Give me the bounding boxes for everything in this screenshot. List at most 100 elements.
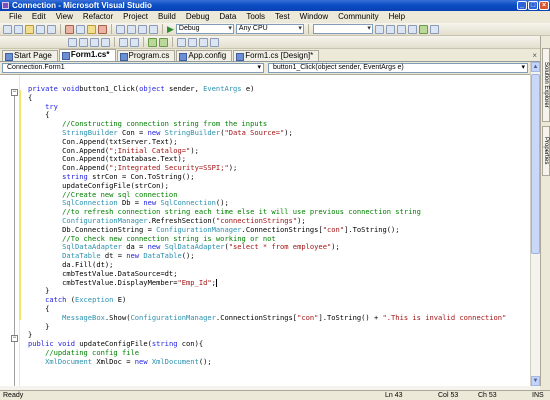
minimize-button[interactable]: _ — [517, 1, 527, 10]
display-object-member-list-icon[interactable] — [68, 37, 77, 47]
tab-app-config[interactable]: App.config — [176, 50, 233, 61]
code-token: SqlDataAdapter — [160, 242, 225, 252]
navigation-bar: Connection.Form1 button1_Click(object se… — [0, 62, 540, 74]
code-token: .ConnectionStrings[ — [241, 224, 323, 234]
comment-out-icon[interactable] — [148, 37, 157, 47]
code-token: //Constructing connection string from th… — [28, 119, 268, 129]
toolbar-separator — [114, 37, 115, 47]
menu-refactor[interactable]: Refactor — [78, 11, 118, 23]
open-file-icon[interactable] — [25, 24, 34, 34]
toolbox-icon[interactable] — [418, 24, 428, 34]
increase-indent-icon[interactable] — [130, 37, 139, 47]
menu-build[interactable]: Build — [153, 11, 181, 23]
tab-form1-cs[interactable]: Form1.cs* — [58, 49, 116, 61]
collapse-method-icon[interactable]: − — [11, 89, 18, 96]
uncomment-icon[interactable] — [159, 37, 168, 47]
menu-debug[interactable]: Debug — [181, 11, 215, 23]
solution-explorer-icon[interactable] — [385, 24, 395, 34]
tab-program-cs[interactable]: Program.cs — [116, 50, 176, 61]
tab-start-page[interactable]: Start Page — [2, 50, 58, 61]
code-token: new — [147, 127, 161, 137]
code-token: ".This is invalid connection" — [382, 312, 507, 322]
vertical-scrollbar[interactable]: ▲ ▼ — [530, 62, 540, 386]
code-editor[interactable]: − − private voidbutton1_Click(object sen… — [0, 74, 530, 386]
solution-explorer-tab[interactable]: Solution Explorer — [542, 48, 550, 122]
class-dropdown[interactable]: Connection.Form1 — [2, 63, 264, 73]
delete-icon[interactable] — [98, 24, 107, 34]
object-browser-icon[interactable] — [407, 24, 417, 34]
menu-edit[interactable]: Edit — [27, 11, 51, 23]
code-token: button1_Click( — [79, 84, 140, 93]
toolbar-separator — [111, 24, 112, 34]
next-bookmark-icon[interactable] — [199, 37, 208, 47]
close-button[interactable]: × — [539, 1, 549, 10]
toolbar-separator — [172, 37, 173, 47]
solution-platform-dropdown[interactable]: Any CPU — [235, 24, 304, 34]
maximize-button[interactable]: □ — [528, 1, 538, 10]
parameter-info-icon[interactable] — [79, 37, 88, 47]
redo-icon[interactable] — [127, 24, 136, 34]
quick-info-icon[interactable] — [90, 37, 99, 47]
start-page-icon[interactable] — [429, 24, 439, 34]
code-token: "connectionStrings" — [215, 215, 298, 225]
code-token: string — [28, 171, 88, 181]
solution-configuration-dropdown[interactable]: Debug — [175, 24, 234, 34]
code-token: ); — [190, 145, 199, 155]
clear-bookmarks-icon[interactable] — [210, 37, 219, 47]
code-line[interactable]: try — [28, 102, 506, 112]
find-dropdown[interactable] — [312, 24, 373, 34]
code-token: Con = — [117, 127, 148, 137]
code-line[interactable]: { — [28, 93, 506, 103]
copy-icon[interactable] — [76, 24, 85, 34]
code-text[interactable]: private voidbutton1_Click(object sender,… — [28, 84, 507, 367]
save-all-icon[interactable] — [47, 24, 56, 34]
tab-form1-design[interactable]: Form1.cs [Design]* — [233, 50, 320, 61]
code-token: ";Initial Catalog=" — [109, 145, 191, 155]
cut-icon[interactable] — [65, 24, 74, 34]
decrease-indent-icon[interactable] — [119, 37, 128, 47]
scrollbar-thumb[interactable] — [531, 74, 540, 254]
code-line[interactable]: } — [28, 321, 506, 332]
code-line[interactable]: cmbTestValue.DisplayMember="Emp_Id"; — [28, 278, 506, 288]
previous-bookmark-icon[interactable] — [188, 37, 197, 47]
menu-file[interactable]: File — [4, 11, 27, 23]
code-token: StringBuilder — [160, 127, 221, 137]
code-token: } — [28, 321, 50, 331]
code-line[interactable]: XmlDocument XmlDoc = new XmlDocument(); — [28, 357, 506, 367]
new-project-icon[interactable] — [3, 24, 12, 34]
navigate-forward-icon[interactable] — [149, 24, 158, 34]
menu-community[interactable]: Community — [333, 11, 383, 23]
toggle-bookmark-icon[interactable] — [177, 37, 186, 47]
toolbar-separator — [143, 37, 144, 47]
member-dropdown[interactable]: button1_Click(object sender, EventArgs e… — [268, 63, 528, 73]
menu-view[interactable]: View — [51, 11, 78, 23]
code-token: .RefreshSection( — [147, 215, 216, 225]
menu-window[interactable]: Window — [295, 11, 333, 23]
close-document-icon[interactable]: × — [532, 51, 537, 60]
paste-icon[interactable] — [87, 24, 96, 34]
scroll-down-icon[interactable]: ▼ — [531, 376, 540, 386]
menu-test[interactable]: Test — [270, 11, 295, 23]
toolbar-separator — [307, 24, 309, 34]
menu-help[interactable]: Help — [384, 11, 410, 23]
complete-word-icon[interactable] — [101, 37, 110, 47]
scroll-up-icon[interactable]: ▲ — [531, 62, 540, 72]
code-line[interactable]: MessageBox.Show(ConfigurationManager.Con… — [28, 312, 507, 323]
collapse-method-icon[interactable]: − — [11, 335, 18, 342]
menu-tools[interactable]: Tools — [241, 11, 270, 23]
properties-icon[interactable] — [396, 24, 406, 34]
code-line[interactable]: private voidbutton1_Click(object sender,… — [28, 84, 506, 94]
menu-project[interactable]: Project — [118, 11, 153, 23]
code-line[interactable]: catch (Exception E) — [28, 295, 506, 305]
start-debugging-icon[interactable]: ▶ — [167, 24, 174, 34]
find-icon[interactable] — [374, 24, 384, 34]
visual-studio-icon — [2, 2, 9, 9]
save-icon[interactable] — [36, 24, 45, 34]
navigate-back-icon[interactable] — [138, 24, 147, 34]
add-item-icon[interactable] — [14, 24, 23, 34]
standard-toolbar: ▶ Debug Any CPU — [0, 23, 550, 36]
status-insert-mode: INS — [532, 392, 544, 399]
menu-data[interactable]: Data — [214, 11, 241, 23]
properties-tab[interactable]: Properties — [542, 126, 550, 176]
undo-icon[interactable] — [116, 24, 125, 34]
